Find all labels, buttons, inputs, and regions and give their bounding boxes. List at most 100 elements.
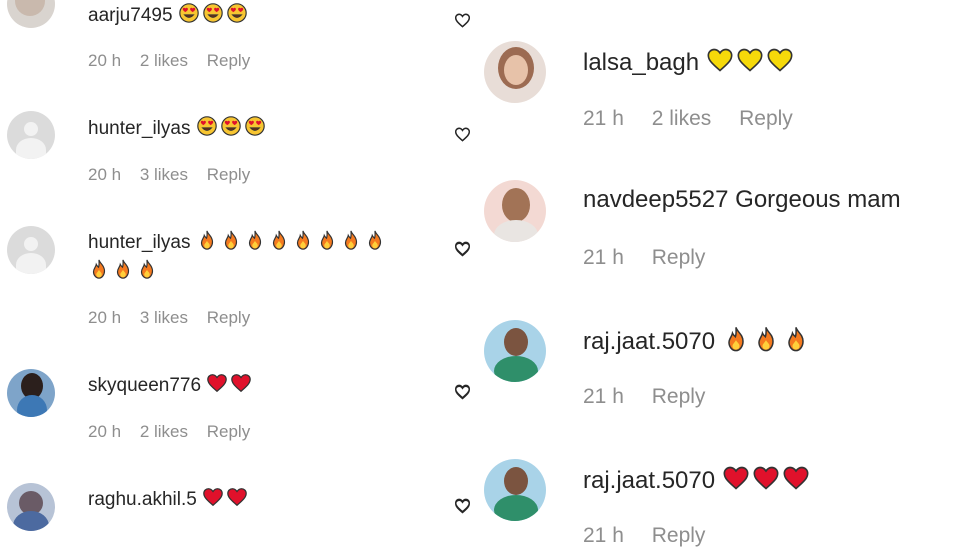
red-heart-emoji-icon	[722, 464, 750, 499]
emoji-row	[202, 486, 250, 514]
comment-username[interactable]: raghu.akhil.5	[88, 489, 197, 510]
like-heart-icon[interactable]	[453, 12, 471, 28]
heart-eyes-emoji-icon	[178, 2, 200, 30]
comment-body: navdeep5527 Gorgeous mam	[583, 186, 901, 214]
heart-eyes-emoji-icon	[244, 115, 266, 143]
red-heart-emoji-icon	[230, 372, 252, 400]
fire-emoji-icon	[722, 325, 750, 360]
avatar[interactable]	[7, 483, 55, 531]
emoji-row	[196, 115, 268, 143]
comment-body: aarju7495	[88, 2, 250, 30]
red-heart-emoji-icon	[206, 372, 228, 400]
like-heart-icon[interactable]	[453, 240, 471, 256]
comment-username[interactable]: raj.jaat.5070	[583, 328, 715, 355]
comment-body: hunter_ilyas	[88, 115, 268, 143]
fire-emoji-icon	[364, 229, 386, 257]
comment-meta: 20 h 2 likes Reply	[88, 51, 264, 71]
like-heart-icon[interactable]	[453, 383, 471, 399]
reply-button[interactable]: Reply	[739, 107, 793, 130]
heart-eyes-emoji-icon	[226, 2, 248, 30]
like-heart-icon[interactable]	[453, 497, 471, 513]
comment-text: Gorgeous mam	[735, 186, 901, 213]
comment-time: 20 h	[88, 308, 122, 327]
comment-time: 20 h	[88, 165, 122, 184]
comment-time: 21 h	[583, 107, 624, 130]
comment-meta: 20 h 3 likes Reply	[88, 165, 264, 185]
emoji-row	[178, 2, 250, 30]
yellow-heart-emoji-icon	[766, 46, 794, 81]
fire-emoji-icon	[136, 258, 158, 286]
fire-emoji-icon	[244, 229, 266, 257]
comment-meta: 21 h 2 likes Reply	[583, 107, 815, 131]
comment-body-line2	[88, 258, 160, 286]
avatar[interactable]	[7, 0, 55, 28]
avatar[interactable]	[7, 369, 55, 417]
comment-likes[interactable]: 2 likes	[140, 51, 188, 70]
emoji-row	[722, 464, 812, 499]
reply-button[interactable]: Reply	[652, 385, 706, 408]
reply-button[interactable]: Reply	[652, 524, 706, 547]
avatar[interactable]	[484, 459, 546, 521]
comment-likes[interactable]: 2 likes	[140, 422, 188, 441]
comment-time: 20 h	[88, 422, 122, 441]
emoji-row	[88, 258, 160, 286]
fire-emoji-icon	[316, 229, 338, 257]
comment-username[interactable]: hunter_ilyas	[88, 118, 190, 139]
heart-eyes-emoji-icon	[196, 115, 218, 143]
yellow-heart-emoji-icon	[736, 46, 764, 81]
reply-button[interactable]: Reply	[207, 308, 250, 327]
emoji-row	[206, 372, 254, 400]
comment-meta: 21 h Reply	[583, 524, 727, 548]
reply-button[interactable]: Reply	[207, 51, 250, 70]
avatar[interactable]	[484, 320, 546, 382]
comment-likes[interactable]: 3 likes	[140, 308, 188, 327]
reply-button[interactable]: Reply	[207, 422, 250, 441]
red-heart-emoji-icon	[752, 464, 780, 499]
fire-emoji-icon	[88, 258, 110, 286]
reply-button[interactable]: Reply	[652, 246, 706, 269]
fire-emoji-icon	[196, 229, 218, 257]
comment-body: raj.jaat.5070	[583, 325, 812, 360]
red-heart-emoji-icon	[226, 486, 248, 514]
comment-username[interactable]: skyqueen776	[88, 375, 201, 396]
comment-time: 21 h	[583, 246, 624, 269]
fire-emoji-icon	[268, 229, 290, 257]
heart-eyes-emoji-icon	[220, 115, 242, 143]
comment-likes[interactable]: 3 likes	[140, 165, 188, 184]
comment-body: raj.jaat.5070	[583, 464, 812, 499]
heart-eyes-emoji-icon	[202, 2, 224, 30]
comment-username[interactable]: lalsa_bagh	[583, 49, 699, 76]
comment-time: 21 h	[583, 385, 624, 408]
emoji-row	[196, 229, 388, 257]
comment-meta: 21 h Reply	[583, 385, 727, 409]
comment-username[interactable]: navdeep5527	[583, 186, 728, 213]
fire-emoji-icon	[752, 325, 780, 360]
comment-username[interactable]: aarju7495	[88, 5, 173, 26]
yellow-heart-emoji-icon	[706, 46, 734, 81]
avatar[interactable]	[484, 41, 546, 103]
emoji-row	[706, 46, 796, 81]
fire-emoji-icon	[112, 258, 134, 286]
default-avatar-icon[interactable]	[7, 111, 55, 159]
comment-meta: 20 h 3 likes Reply	[88, 308, 264, 328]
emoji-row	[722, 325, 812, 360]
avatar[interactable]	[484, 180, 546, 242]
left-comment-column: aarju7495 20 h 2 likes Reply hunter_ilya…	[0, 0, 480, 540]
right-comment-column: lalsa_bagh 21 h 2 likes Reply navdeep552…	[454, 0, 960, 547]
comment-body: skyqueen776	[88, 372, 254, 400]
comment-body: lalsa_bagh	[583, 46, 796, 81]
fire-emoji-icon	[782, 325, 810, 360]
comment-body: hunter_ilyas	[88, 229, 388, 257]
comment-body: raghu.akhil.5	[88, 486, 250, 514]
comment-username[interactable]: raj.jaat.5070	[583, 467, 715, 494]
red-heart-emoji-icon	[782, 464, 810, 499]
reply-button[interactable]: Reply	[207, 165, 250, 184]
comment-time: 20 h	[88, 51, 122, 70]
default-avatar-icon[interactable]	[7, 226, 55, 274]
fire-emoji-icon	[292, 229, 314, 257]
fire-emoji-icon	[340, 229, 362, 257]
comment-likes[interactable]: 2 likes	[652, 107, 712, 130]
fire-emoji-icon	[220, 229, 242, 257]
comment-username[interactable]: hunter_ilyas	[88, 232, 190, 253]
like-heart-icon[interactable]	[453, 126, 471, 142]
